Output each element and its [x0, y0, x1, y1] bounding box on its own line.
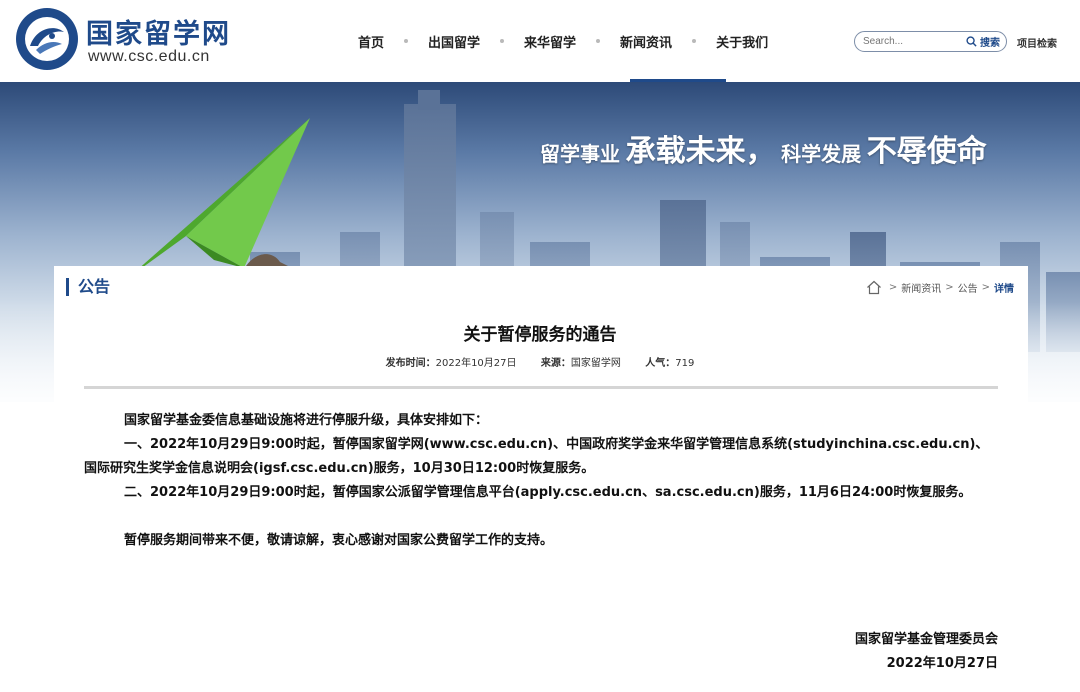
- search-icon[interactable]: [966, 36, 977, 47]
- breadcrumb-separator: >: [981, 282, 990, 293]
- article-title: 关于暂停服务的通告: [463, 325, 617, 345]
- nav-item-home[interactable]: 首页: [358, 32, 384, 51]
- meta-views: 719: [675, 358, 695, 369]
- nav-item-study-in-china[interactable]: 来华留学: [524, 32, 576, 51]
- signature-org: 国家留学基金管理委员会: [854, 632, 998, 647]
- nav-item-study-abroad[interactable]: 出国留学: [428, 32, 480, 51]
- nav-item-about[interactable]: 关于我们: [716, 32, 768, 51]
- project-search-link[interactable]: 项目检索: [1017, 35, 1057, 50]
- breadcrumb-separator: >: [888, 282, 898, 293]
- title-divider: [84, 386, 998, 389]
- slogan-part-2: 承载未来，: [625, 134, 776, 169]
- nav-item-news[interactable]: 新闻资讯: [620, 32, 672, 51]
- meta-source-label: 来源：: [540, 358, 571, 369]
- main-nav: 首页 出国留学 来华留学 新闻资讯 关于我们: [358, 30, 768, 52]
- article-paragraph: 暂停服务期间带来不便，敬请谅解，衷心感谢对国家公费留学工作的支持。: [124, 533, 554, 548]
- section-label: 公告: [66, 278, 110, 296]
- article-paragraph: 国家留学基金委信息基础设施将进行停服升级，具体安排如下：: [124, 413, 489, 428]
- meta-date-label: 发布时间：: [385, 358, 436, 369]
- site-header: 国家留学网 www.csc.edu.cn 首页 出国留学 来华留学 新闻资讯 关…: [0, 0, 1080, 82]
- home-icon[interactable]: [866, 280, 882, 295]
- signature-date: 2022年10月27日: [886, 656, 998, 671]
- article-paragraph: 二、2022年10月29日9:00时起，暂停国家公派留学管理信息平台(apply…: [124, 485, 972, 500]
- slogan-part-3: 科学发展: [781, 142, 862, 166]
- article-signature: 国家留学基金管理委员会 2022年10月27日: [855, 628, 998, 676]
- search-box: 搜索: [854, 31, 1007, 52]
- nav-divider-dot: [692, 39, 697, 43]
- site-logo-url[interactable]: www.csc.edu.cn: [88, 48, 210, 66]
- breadcrumb-separator: >: [945, 282, 954, 293]
- search-button[interactable]: 搜索: [980, 34, 1000, 49]
- breadcrumb: > 新闻资讯 > 公告 > 详情: [866, 280, 1014, 295]
- article-body: 国家留学基金委信息基础设施将进行停服升级，具体安排如下： 一、2022年10月2…: [84, 409, 1000, 553]
- article-meta: 发布时间：2022年10月27日 来源：国家留学网 人气：719: [0, 354, 1080, 369]
- meta-source: 国家留学网: [570, 358, 621, 369]
- nav-divider-dot: [404, 39, 409, 43]
- site-logo-title[interactable]: 国家留学网: [86, 12, 231, 51]
- breadcrumb-item-notice[interactable]: 公告: [958, 280, 978, 295]
- slogan-part-4: 不辱使命: [866, 134, 987, 169]
- nav-divider-dot: [500, 39, 505, 43]
- article-paragraph: 一、2022年10月29日9:00时起，暂停国家留学网(www.csc.edu.…: [84, 437, 989, 476]
- csc-emblem-icon[interactable]: [14, 6, 80, 72]
- meta-date: 2022年10月27日: [435, 358, 517, 369]
- banner-slogan: 留学事业 承载未来， 科学发展 不辱使命: [540, 126, 987, 170]
- breadcrumb-current: 详情: [994, 284, 1014, 295]
- nav-divider-dot: [596, 39, 601, 43]
- meta-views-label: 人气：: [645, 358, 676, 369]
- search-input[interactable]: [863, 36, 966, 47]
- slogan-part-1: 留学事业: [540, 142, 620, 166]
- breadcrumb-item-news[interactable]: 新闻资讯: [901, 280, 941, 295]
